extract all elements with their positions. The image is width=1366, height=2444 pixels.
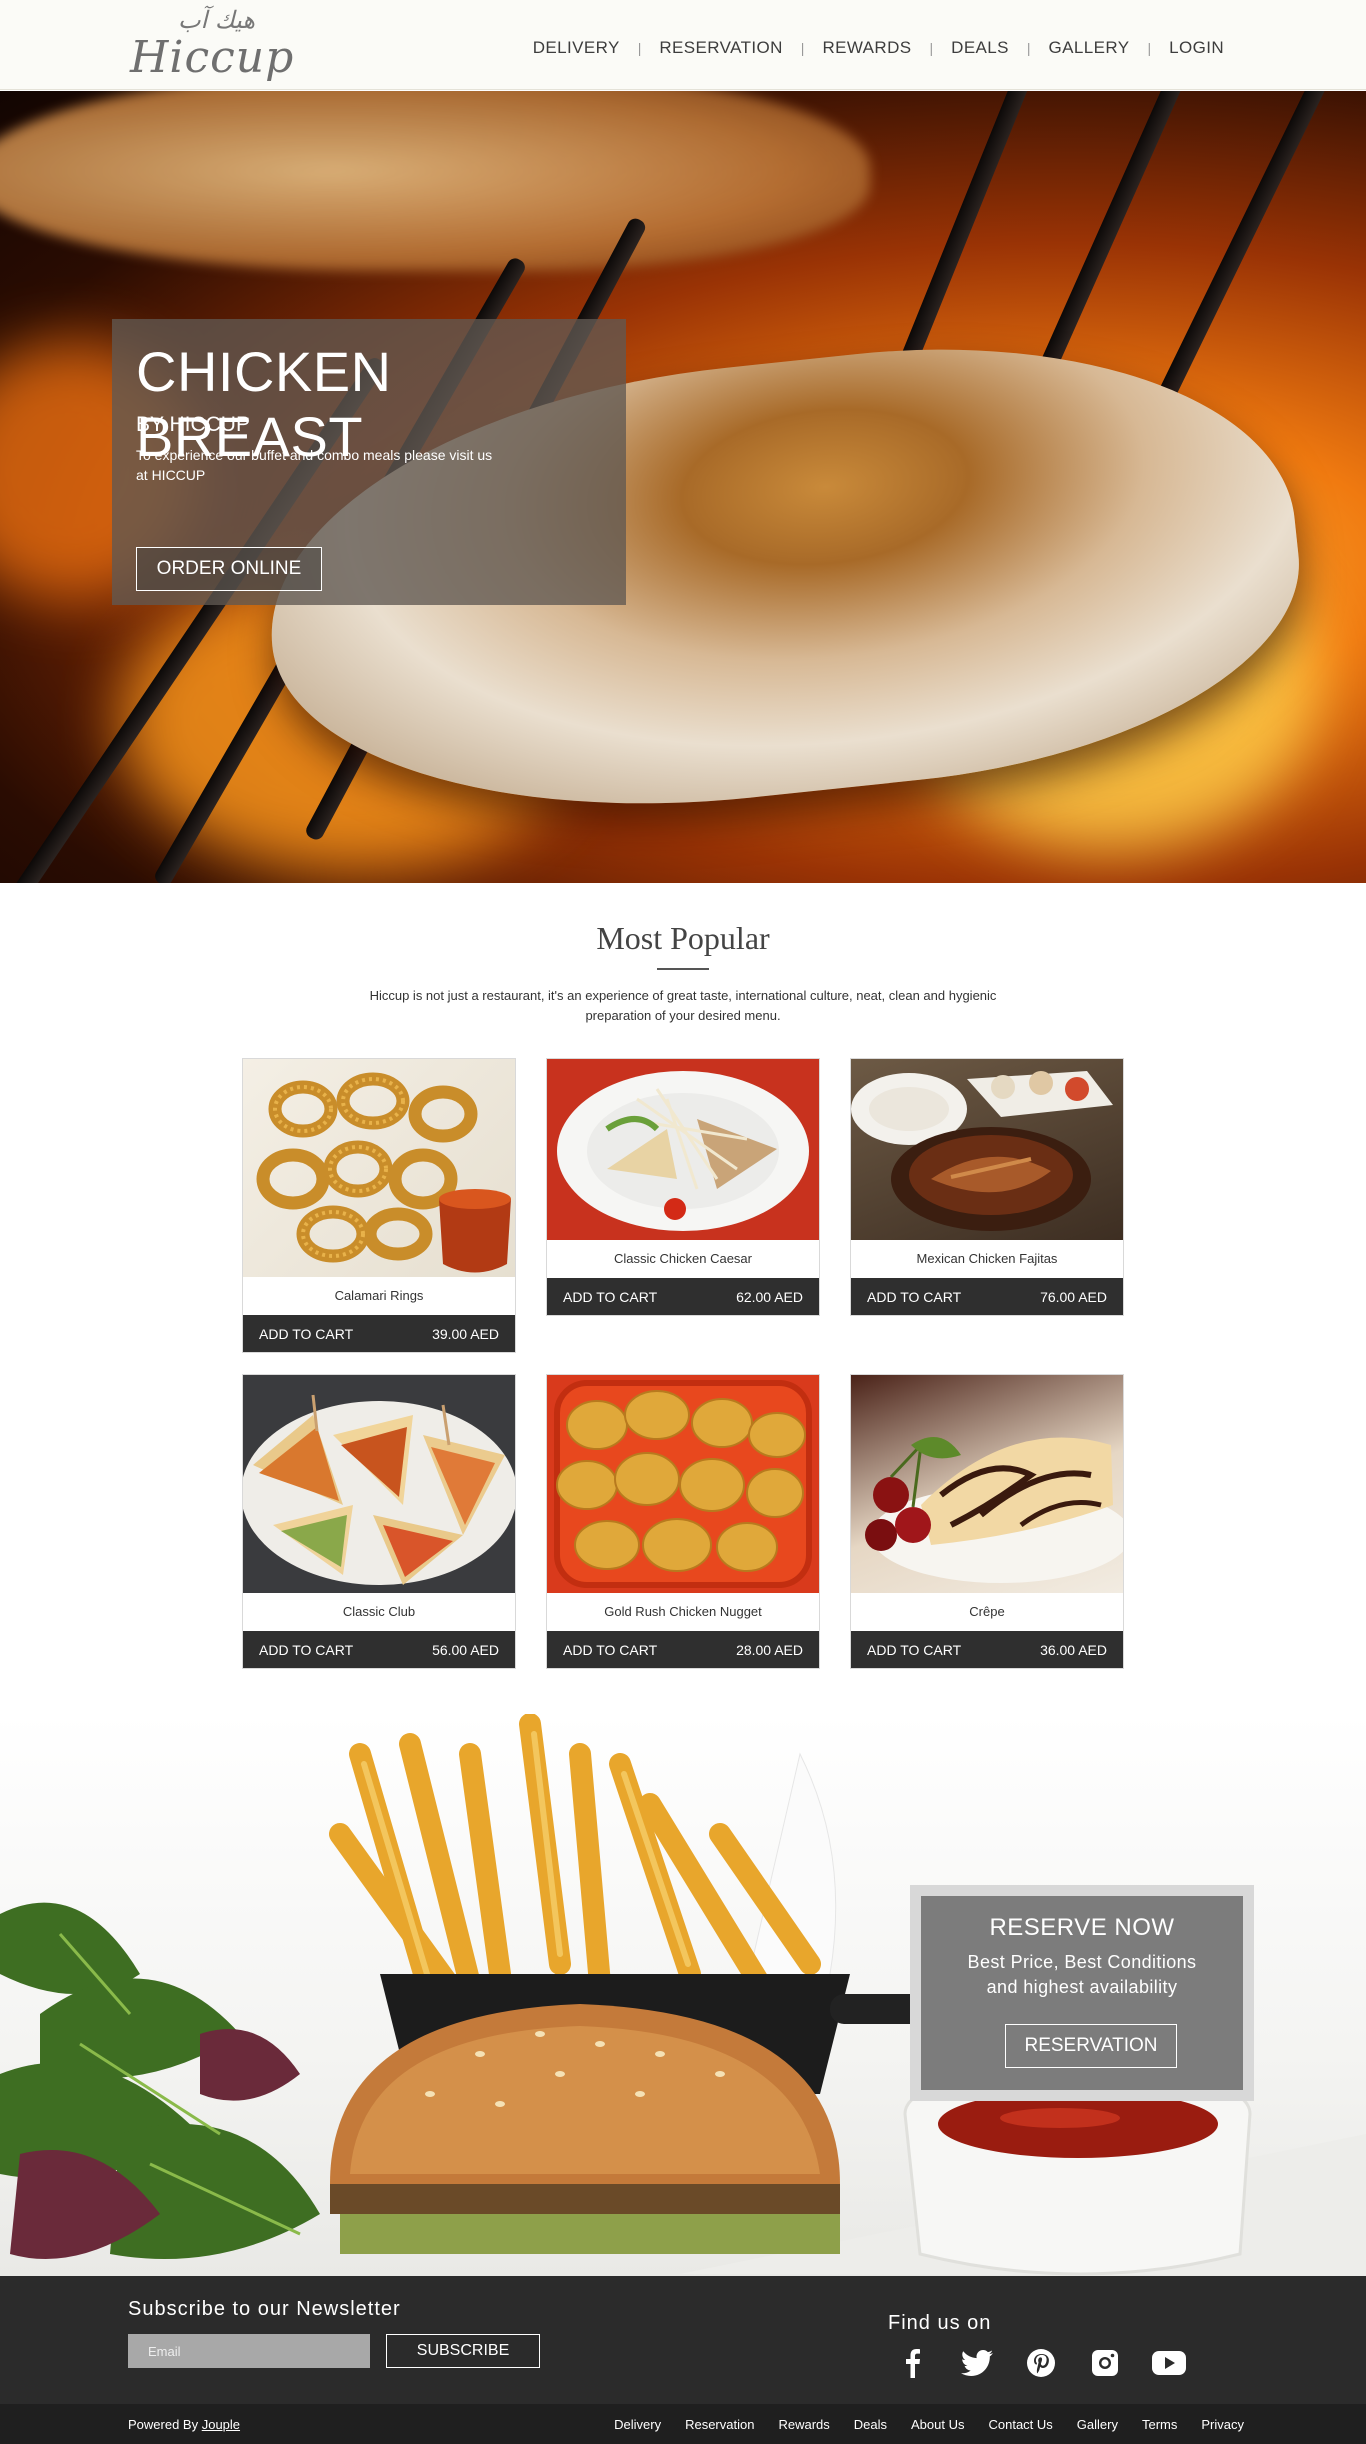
product-image-club[interactable] [243, 1375, 515, 1593]
reservation-button[interactable]: RESERVATION [1005, 2024, 1177, 2068]
product-card[interactable]: Gold Rush Chicken Nugget ADD TO CART 28.… [546, 1374, 820, 1669]
nav-deals[interactable]: DEALS [951, 38, 1009, 58]
youtube-icon[interactable] [1150, 2344, 1188, 2382]
hero-promo-box: CHICKEN BREAST BY HICCUP To experience o… [112, 319, 626, 605]
product-price: 76.00 AED [1040, 1288, 1107, 1305]
footer-link-delivery[interactable]: Delivery [614, 2417, 661, 2432]
hero-blurred-chicken [0, 91, 870, 271]
nav-reservation[interactable]: RESERVATION [659, 38, 782, 58]
find-us-title: Find us on [888, 2312, 992, 2334]
powered-by-prefix: Powered By [128, 2417, 199, 2432]
section-description: Hiccup is not just a restaurant, it's an… [369, 988, 997, 1023]
logo-text: Hiccup [130, 32, 295, 83]
social-icons [894, 2344, 1188, 2382]
footer-link-deals[interactable]: Deals [854, 2417, 887, 2432]
reserve-title: RESERVE NOW [989, 1914, 1175, 1941]
footer-link-about-us[interactable]: About Us [911, 2417, 964, 2432]
reserve-now-box: RESERVE NOW Best Price, Best Conditions … [910, 1885, 1254, 2101]
footer-link-terms[interactable]: Terms [1142, 2417, 1177, 2432]
product-card[interactable]: Classic Chicken Caesar ADD TO CART 62.00… [546, 1058, 820, 1316]
nav-login[interactable]: LOGIN [1169, 38, 1224, 58]
product-image-nuggets[interactable] [547, 1375, 819, 1593]
add-to-cart-button[interactable]: ADD TO CART [867, 1289, 961, 1305]
nuggets-illustration [554, 1380, 812, 1588]
add-to-cart-button[interactable]: ADD TO CART [563, 1642, 657, 1658]
reserve-line-1: Best Price, Best Conditions [967, 1952, 1197, 1972]
product-card[interactable]: Crêpe ADD TO CART 36.00 AED [850, 1374, 1124, 1669]
product-image-caesar[interactable] [547, 1059, 819, 1240]
hero-subtitle: BY HICCUP [136, 413, 250, 436]
main-nav: DELIVERY | RESERVATION | REWARDS | DEALS… [533, 38, 1224, 58]
reserve-description: Best Price, Best Conditions and highest … [921, 1950, 1243, 2000]
fajitas-illustration [851, 1071, 1113, 1231]
instagram-icon[interactable] [1086, 2344, 1124, 2382]
hero-banner: CHICKEN BREAST BY HICCUP To experience o… [0, 91, 1366, 883]
product-image-calamari[interactable] [243, 1059, 515, 1277]
facebook-icon[interactable] [894, 2344, 932, 2382]
add-to-cart-button[interactable]: ADD TO CART [259, 1642, 353, 1658]
add-to-cart-button[interactable]: ADD TO CART [259, 1326, 353, 1342]
footer-links: Delivery Reservation Rewards Deals About… [614, 2417, 1244, 2432]
caesar-illustration [557, 1071, 809, 1231]
nav-separator: | [929, 40, 934, 56]
product-name: Calamari Rings [334, 1288, 424, 1303]
product-name: Crêpe [969, 1604, 1005, 1619]
reserve-line-2: and highest availability [986, 1977, 1178, 1997]
nav-separator: | [800, 40, 805, 56]
add-to-cart-bar: ADD TO CART 39.00 AED [243, 1315, 515, 1352]
calamari-illustration [256, 1072, 511, 1273]
add-to-cart-button[interactable]: ADD TO CART [563, 1289, 657, 1305]
nav-rewards[interactable]: REWARDS [822, 38, 911, 58]
footer-link-contact-us[interactable]: Contact Us [988, 2417, 1052, 2432]
product-name: Classic Chicken Caesar [614, 1251, 752, 1266]
crepe-illustration [865, 1437, 1123, 1583]
footer-link-privacy[interactable]: Privacy [1201, 2417, 1244, 2432]
title-underline [657, 968, 709, 970]
subscribe-button[interactable]: SUBSCRIBE [386, 2334, 540, 2368]
powered-by: Powered By Jouple [128, 2417, 240, 2432]
add-to-cart-bar: ADD TO CART 56.00 AED [243, 1631, 515, 1668]
reserve-now-panel: RESERVE NOW Best Price, Best Conditions … [921, 1896, 1243, 2090]
product-name: Classic Club [342, 1604, 416, 1619]
twitter-icon[interactable] [958, 2344, 996, 2382]
powered-by-link[interactable]: Jouple [202, 2417, 240, 2432]
hero-description: To experience our buffet and combo meals… [136, 447, 493, 483]
product-image-crepe[interactable] [851, 1375, 1123, 1593]
nav-gallery[interactable]: GALLERY [1049, 38, 1130, 58]
logo-arabic-text: هيك آب [178, 6, 256, 34]
site-footer: Subscribe to our Newsletter SUBSCRIBE Fi… [0, 2276, 1366, 2404]
product-card[interactable]: Mexican Chicken Fajitas ADD TO CART 76.0… [850, 1058, 1124, 1316]
newsletter-title: Subscribe to our Newsletter [128, 2298, 401, 2320]
product-card[interactable]: Classic Club ADD TO CART 56.00 AED [242, 1374, 516, 1669]
footer-link-rewards[interactable]: Rewards [778, 2417, 829, 2432]
product-name: Gold Rush Chicken Nugget [604, 1604, 762, 1619]
product-price: 56.00 AED [432, 1641, 499, 1658]
nav-delivery[interactable]: DELIVERY [533, 38, 620, 58]
newsletter-email-input[interactable] [128, 2334, 370, 2368]
add-to-cart-bar: ADD TO CART 76.00 AED [851, 1278, 1123, 1315]
product-name: Mexican Chicken Fajitas [916, 1251, 1058, 1266]
hiccup-logo[interactable]: هيك آب Hiccup [130, 6, 295, 86]
footer-link-gallery[interactable]: Gallery [1077, 2417, 1118, 2432]
product-image-fajitas[interactable] [851, 1059, 1123, 1240]
footer-link-reservation[interactable]: Reservation [685, 2417, 754, 2432]
nav-separator: | [1026, 40, 1031, 56]
club-sandwich-illustration [243, 1394, 515, 1585]
order-online-button[interactable]: ORDER ONLINE [136, 547, 322, 591]
pinterest-icon[interactable] [1022, 2344, 1060, 2382]
nav-separator: | [637, 40, 642, 56]
site-header: هيك آب Hiccup DELIVERY | RESERVATION | R… [0, 0, 1366, 90]
product-price: 28.00 AED [736, 1641, 803, 1658]
footer-bottom-bar: Powered By Jouple Delivery Reservation R… [0, 2404, 1366, 2444]
section-title: Most Popular [596, 920, 770, 956]
product-price: 36.00 AED [1040, 1641, 1107, 1658]
nav-separator: | [1147, 40, 1152, 56]
add-to-cart-button[interactable]: ADD TO CART [867, 1642, 961, 1658]
product-price: 39.00 AED [432, 1325, 499, 1342]
add-to-cart-bar: ADD TO CART 28.00 AED [547, 1631, 819, 1668]
product-price: 62.00 AED [736, 1288, 803, 1305]
product-card[interactable]: Calamari Rings ADD TO CART 39.00 AED [242, 1058, 516, 1353]
add-to-cart-bar: ADD TO CART 62.00 AED [547, 1278, 819, 1315]
add-to-cart-bar: ADD TO CART 36.00 AED [851, 1631, 1123, 1668]
